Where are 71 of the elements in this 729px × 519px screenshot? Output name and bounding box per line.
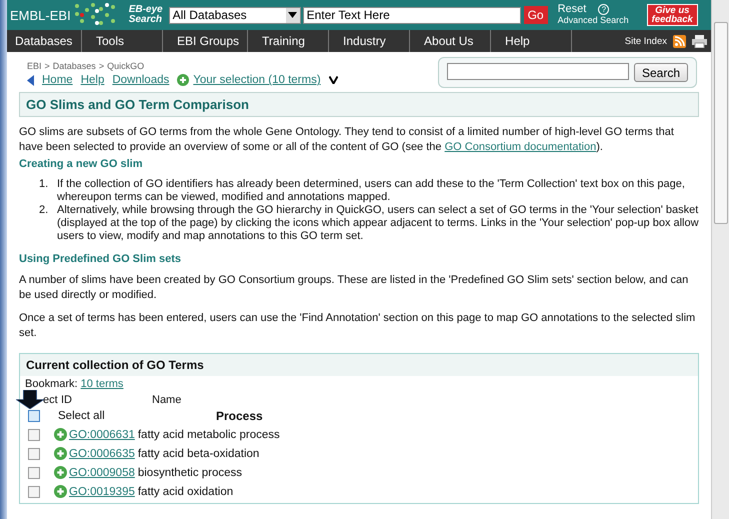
nav-item[interactable]: Tools	[88, 30, 163, 52]
step-text: If the collection of GO identifiers has already been determined, users can add these to the 'Term Collection' text box on this page, whereupon terms can be viewed, modified and annotations mapped.	[57, 178, 686, 204]
column-header: Name	[152, 394, 182, 406]
nav-item[interactable]: EBI Groups	[169, 30, 248, 52]
dropdown-icon	[288, 12, 298, 18]
term-id-link[interactable]: GO:0006635	[69, 448, 135, 460]
query-field[interactable]: Enter Text Here	[302, 6, 521, 24]
selection-link[interactable]: Your selection (10 terms)	[193, 74, 321, 86]
intro-paragraph: GO slims are subsets of GO terms from the whole Gene Ontology. They tend to consist of a limited number of high-level GO terms that have been selected to provide an overview of some or all of the content of GO (see the GO Consortium documentation).	[19, 125, 675, 155]
select-all-label: Select all	[58, 410, 106, 422]
plus-icon[interactable]	[54, 428, 67, 441]
arrow-annotation-icon	[16, 390, 44, 409]
column-header: ect	[43, 394, 59, 406]
step-number: 1.	[39, 178, 50, 192]
nav-item[interactable]: Databases	[7, 30, 82, 52]
search-button[interactable]: Search	[634, 63, 688, 82]
term-name: biosynthetic process	[138, 466, 242, 478]
term-id-link[interactable]: GO:0019395	[69, 486, 135, 498]
site-index-link[interactable]: Site Index	[624, 36, 667, 46]
term-id-link[interactable]: GO:0009058	[69, 466, 135, 478]
go-button[interactable]: Go	[524, 6, 548, 24]
database-select[interactable]: All Databases	[168, 6, 301, 24]
quick-link[interactable]: Help	[80, 74, 104, 86]
chevron-down-icon[interactable]	[328, 76, 338, 84]
breadcrumb-link[interactable]: EBI	[27, 61, 42, 71]
collection-title: Current collection of GO Terms	[20, 354, 698, 376]
nav-item[interactable]: Training	[254, 30, 330, 52]
step-number: 2.	[39, 204, 50, 218]
site-logo[interactable]: EMBL-EBI	[10, 8, 71, 22]
reset-link[interactable]: Reset	[558, 4, 586, 15]
column-header: ID	[61, 394, 73, 406]
breadcrumb-link[interactable]: QuickGO	[107, 61, 144, 71]
bookmark-label: Bookmark:	[25, 378, 78, 390]
breadcrumb-separator: >	[44, 61, 50, 71]
term-id-link[interactable]: GO:0006631	[69, 428, 135, 440]
plus-icon	[177, 74, 190, 86]
term-name: fatty acid metabolic process	[138, 428, 280, 440]
breadcrumb-link[interactable]: Databases	[52, 61, 96, 71]
plus-icon[interactable]	[54, 485, 67, 498]
advanced-search-link[interactable]: Advanced Search	[558, 15, 629, 26]
plus-icon[interactable]	[54, 447, 67, 460]
term-checkbox[interactable]	[28, 448, 40, 460]
eb-eye-label: EB-eye Search	[128, 5, 163, 25]
quick-link[interactable]: Downloads	[112, 74, 170, 86]
page-title: GO Slims and GO Term Comparison	[19, 92, 699, 117]
breadcrumb-separator: >	[98, 61, 104, 71]
plus-icon[interactable]	[54, 466, 67, 479]
term-name: fatty acid oxidation	[138, 486, 234, 498]
nav-item[interactable]: Industry	[335, 30, 410, 52]
nav-item[interactable]: About Us	[416, 30, 492, 52]
help-icon[interactable]: ?	[598, 4, 610, 15]
section-heading: Using Predefined GO Slim sets	[19, 253, 182, 265]
term-checkbox[interactable]	[28, 466, 40, 478]
printer-icon[interactable]	[692, 34, 707, 48]
search-field[interactable]	[446, 63, 629, 80]
section-heading: Creating a new GO slim	[19, 158, 144, 170]
documentation-link[interactable]: GO Consortium documentation	[444, 141, 596, 153]
paragraph: A number of slims have been created by GO Consortium groups. These are listed in the 'Predefined GO Slim sets' section below, and can be used directly or modified.	[19, 273, 690, 303]
rss-icon[interactable]	[673, 34, 686, 48]
bookmark-link[interactable]: 10 terms	[80, 378, 124, 390]
term-name: fatty acid beta-oxidation	[138, 448, 260, 460]
term-checkbox[interactable]	[28, 428, 40, 440]
feedback-button[interactable]: Give us feedback	[646, 4, 698, 26]
nav-item[interactable]: Help	[497, 30, 572, 52]
term-checkbox[interactable]	[28, 486, 40, 498]
back-arrow-icon[interactable]	[27, 74, 34, 86]
paragraph: Once a set of terms has been entered, users can use the 'Find Annotation' section on this page to map GO annotations to the selected slim set.	[19, 311, 696, 341]
step-text: Alternatively, while browsing through the GO hierarchy in QuickGO, users can select a set of GO terms in the 'Your selection' basket (displayed at the top of the page) by clicking the icons which appear adjacent to terms. Links in the 'Your selection' pop-up box allow users to view, modify and map annotations to this GO term set.	[57, 204, 699, 243]
quick-link[interactable]: Home	[42, 74, 73, 86]
select-all-checkbox[interactable]	[28, 410, 40, 422]
group-heading: Process	[216, 408, 263, 422]
